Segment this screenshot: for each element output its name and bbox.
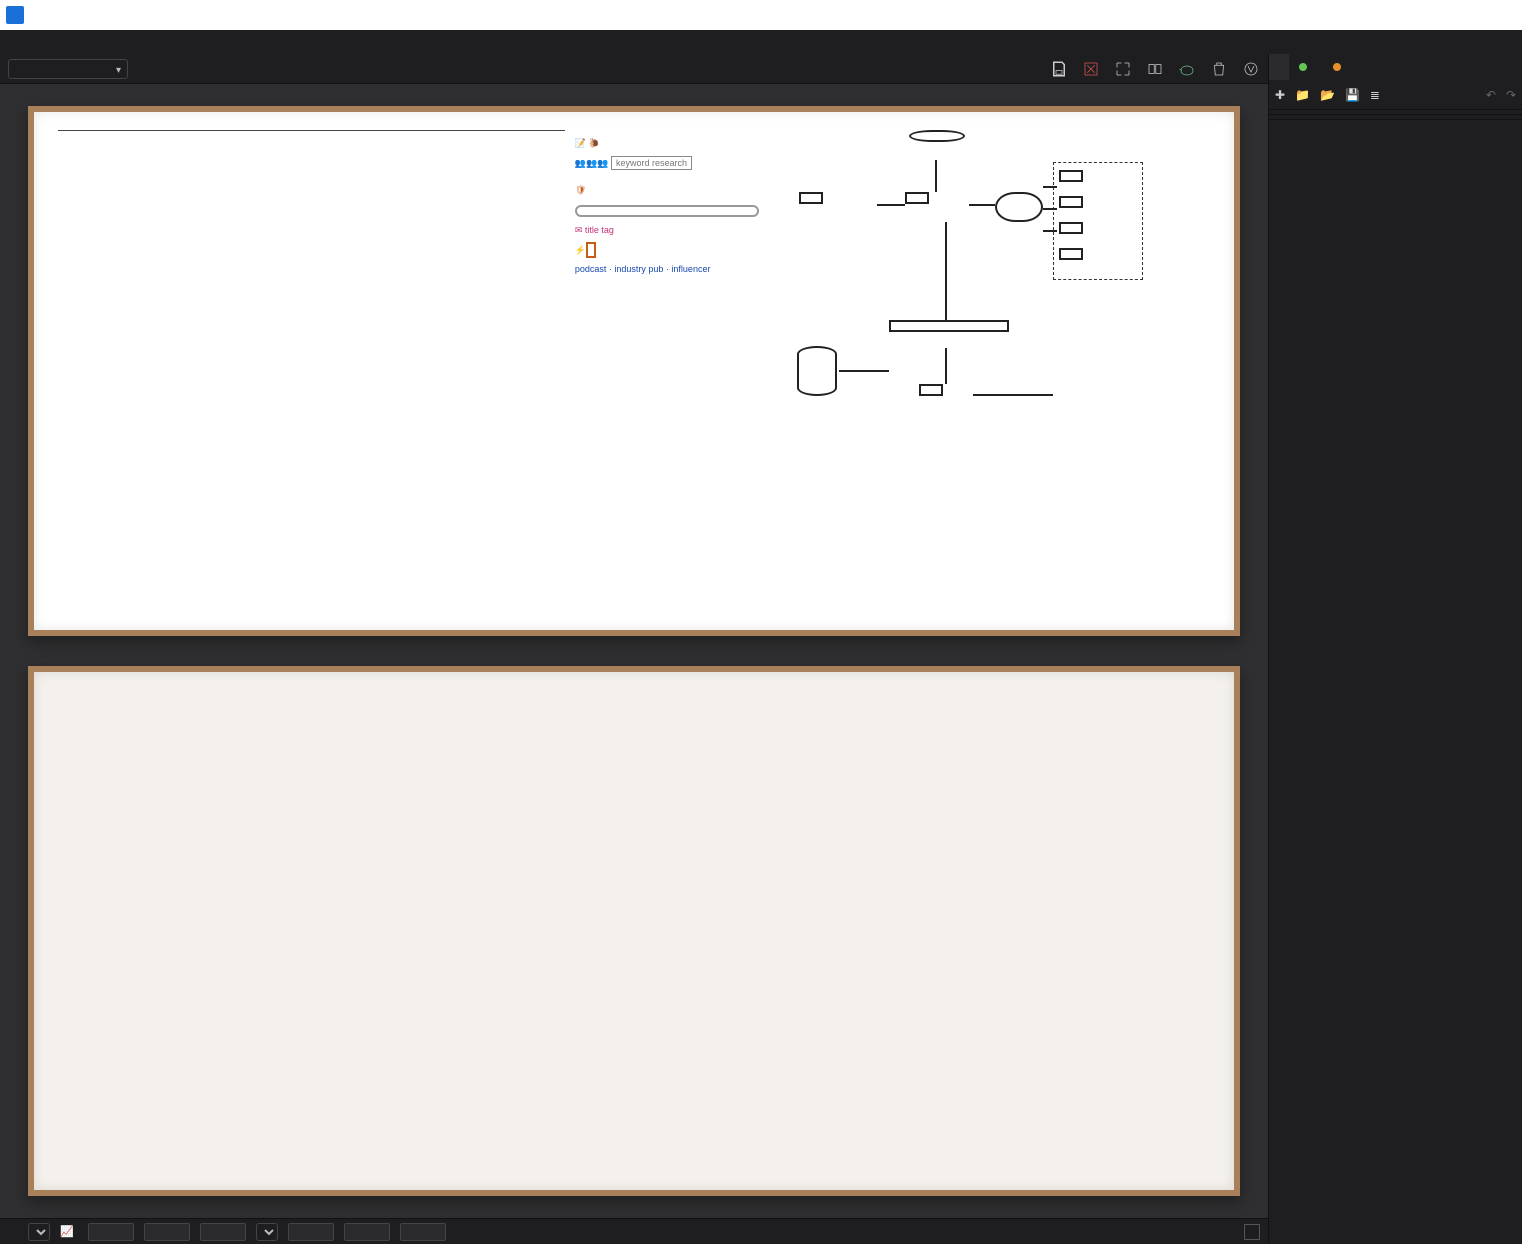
undo-icon[interactable]: ↶ bbox=[1486, 88, 1496, 102]
menu-bar bbox=[0, 30, 1522, 54]
blue-channel-toggle[interactable] bbox=[184, 61, 200, 77]
compare-icon[interactable] bbox=[1146, 60, 1164, 78]
hsv-s[interactable] bbox=[344, 1223, 390, 1241]
color-mode-select[interactable] bbox=[256, 1223, 278, 1241]
vray-logo-icon[interactable] bbox=[1242, 60, 1260, 78]
node-customer bbox=[799, 192, 823, 204]
tab-status[interactable] bbox=[1289, 54, 1323, 80]
chevron-down-icon bbox=[116, 62, 121, 76]
node-api bbox=[995, 192, 1043, 222]
render-viewport[interactable]: 📝 🐌 👥👥👥 keyword research 🛡 ✉ title tag ⚡… bbox=[0, 84, 1268, 1218]
list-icon[interactable]: ≣ bbox=[1370, 88, 1380, 102]
mono-channel-toggle[interactable] bbox=[206, 61, 222, 77]
region-render-icon[interactable] bbox=[1114, 60, 1132, 78]
doodle-click bbox=[575, 205, 759, 217]
channel-select[interactable] bbox=[8, 59, 128, 79]
rendered-whiteboard: 📝 🐌 👥👥👥 keyword research 🛡 ✉ title tag ⚡… bbox=[28, 106, 1240, 636]
save-layer-icon[interactable]: 💾 bbox=[1345, 88, 1360, 102]
hsv-h[interactable] bbox=[288, 1223, 334, 1241]
restore-down-button[interactable] bbox=[1308, 0, 1354, 30]
node-product bbox=[905, 192, 929, 204]
close-image-icon[interactable] bbox=[1082, 60, 1100, 78]
save-icon[interactable] bbox=[1050, 60, 1068, 78]
title-bar[interactable] bbox=[0, 0, 1522, 30]
folder-icon[interactable]: 📁 bbox=[1295, 88, 1310, 102]
app-window: 📝 🐌 👥👥👥 keyword research 🛡 ✉ title tag ⚡… bbox=[0, 0, 1522, 1244]
rendered-moodboard bbox=[28, 666, 1240, 1196]
raw-r[interactable] bbox=[88, 1223, 134, 1241]
whiteboard-title bbox=[58, 130, 565, 131]
tab-log[interactable] bbox=[1323, 54, 1357, 80]
green-channel-toggle[interactable] bbox=[162, 61, 178, 77]
viewport-toolbar bbox=[0, 54, 1268, 84]
raw-g[interactable] bbox=[144, 1223, 190, 1241]
log-dot-icon bbox=[1333, 63, 1341, 71]
node-sales bbox=[909, 130, 965, 142]
tab-layers[interactable] bbox=[1269, 54, 1289, 80]
redo-icon[interactable]: ↷ bbox=[1506, 88, 1516, 102]
maximize-button[interactable] bbox=[1430, 0, 1476, 30]
status-bar: 📈 bbox=[0, 1218, 1268, 1244]
folder-open-icon[interactable]: 📂 bbox=[1320, 88, 1335, 102]
node-selfservice bbox=[889, 320, 1009, 332]
close-window-button[interactable] bbox=[1476, 0, 1522, 30]
hsv-v[interactable] bbox=[400, 1223, 446, 1241]
attributes-header bbox=[1269, 120, 1522, 132]
add-layer-icon[interactable]: ✚ bbox=[1275, 88, 1285, 102]
doodle-fast bbox=[586, 242, 596, 258]
status-dot-icon bbox=[1299, 63, 1307, 71]
minimize-button[interactable] bbox=[1384, 0, 1430, 30]
side-panel: ✚ 📁 📂 💾 ≣ ↶ ↷ bbox=[1268, 54, 1522, 1244]
node-portal bbox=[919, 384, 943, 396]
rgb-toggle-group bbox=[140, 61, 222, 77]
whiteboard-diagram bbox=[769, 130, 1210, 612]
raw-b[interactable] bbox=[200, 1223, 246, 1241]
red-channel-toggle[interactable] bbox=[140, 61, 156, 77]
zoom-select[interactable] bbox=[28, 1223, 50, 1241]
teapot-icon[interactable] bbox=[1178, 60, 1196, 78]
vray-logo-icon bbox=[6, 6, 24, 24]
trash-icon[interactable] bbox=[1210, 60, 1228, 78]
